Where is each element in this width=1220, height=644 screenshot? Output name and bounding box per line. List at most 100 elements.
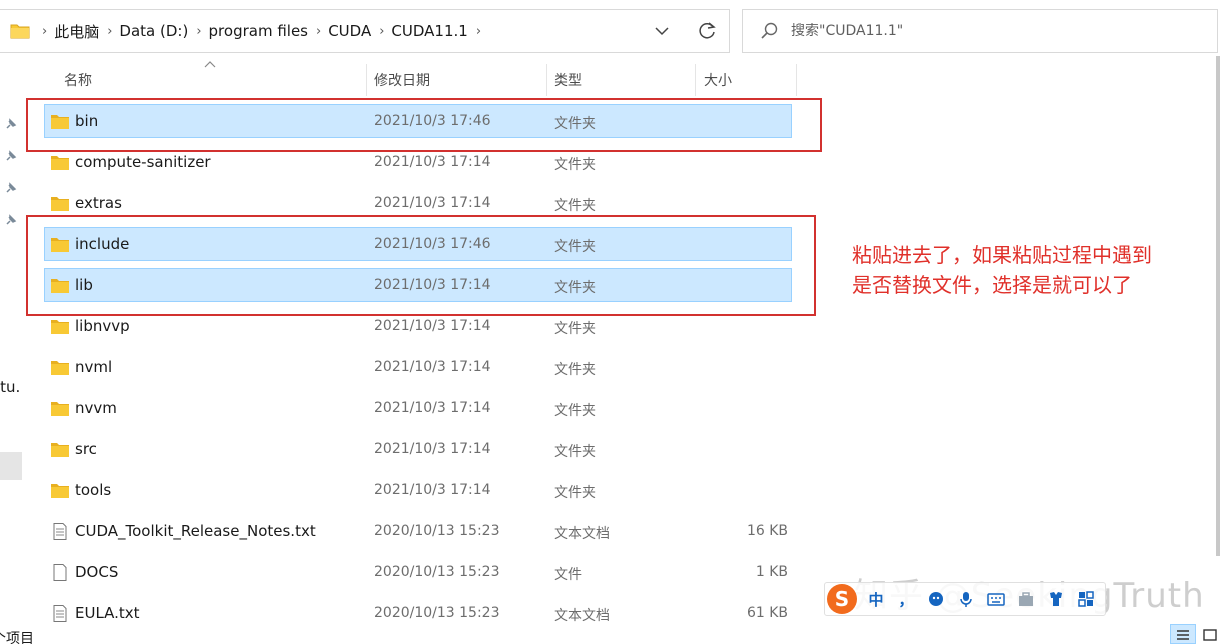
file-type: 文件 (554, 567, 582, 583)
large-icons-view-button[interactable] (1200, 624, 1220, 644)
file-name[interactable]: CUDA_Toolkit_Release_Notes.txt (75, 522, 316, 540)
file-modified: 2020/10/13 15:23 (374, 564, 500, 580)
folder-icon (10, 23, 30, 39)
pin-icon[interactable] (4, 148, 18, 162)
ime-mode-toggle[interactable]: 中 (865, 588, 887, 610)
details-view-button[interactable] (1170, 624, 1196, 644)
file-type: 文本文档 (554, 608, 610, 624)
folder-icon (50, 154, 70, 171)
file-name[interactable]: nvvm (75, 399, 117, 417)
microphone-icon[interactable] (955, 588, 977, 610)
annotation-box (26, 98, 822, 152)
breadcrumb-item[interactable]: CUDA11.1 (391, 22, 467, 40)
file-size: 16 KB (746, 523, 788, 539)
breadcrumb-separator-icon[interactable]: › (107, 24, 112, 39)
file-name[interactable]: EULA.txt (75, 604, 140, 622)
emoji-icon[interactable] (925, 588, 947, 610)
file-type: 文件夹 (554, 157, 596, 173)
folder-icon (50, 359, 70, 376)
column-header-modified[interactable]: 修改日期 (368, 64, 546, 96)
file-type: 文本文档 (554, 526, 610, 542)
chevron-down-icon[interactable] (652, 21, 672, 41)
keyboard-icon[interactable] (985, 588, 1007, 610)
navigation-pane: jtu. (0, 56, 24, 644)
breadcrumb-item[interactable]: program files (209, 22, 308, 40)
folder-icon (50, 482, 70, 499)
file-name[interactable]: extras (75, 194, 122, 212)
file-row[interactable]: src 2021/10/3 17:14 文件夹 (44, 429, 792, 470)
ime-toolbar[interactable]: S 中 ， (824, 582, 1106, 616)
breadcrumb-separator-icon[interactable]: › (316, 24, 321, 39)
text-file-icon (50, 605, 70, 622)
file-name[interactable]: DOCS (75, 563, 118, 581)
file-list: bin 2021/10/3 17:46 文件夹 compute-sanitizer 20… (44, 101, 792, 634)
column-divider[interactable] (695, 64, 696, 96)
folder-icon (50, 195, 70, 212)
breadcrumb-separator-icon[interactable]: › (379, 24, 384, 39)
file-size: 1 KB (755, 564, 788, 580)
breadcrumb-item[interactable]: Data (D:) (119, 22, 188, 40)
search-box[interactable] (742, 9, 1218, 53)
annotation-line: 粘贴进去了，如果粘贴过程中遇到 (852, 243, 1152, 267)
skin-icon[interactable] (1045, 588, 1067, 610)
file-name[interactable]: libnvvp (75, 317, 130, 335)
search-icon (759, 21, 779, 41)
column-header-size[interactable]: 大小 (698, 64, 794, 96)
folder-icon (50, 400, 70, 417)
toolbox-icon[interactable] (1015, 588, 1037, 610)
file-modified: 2021/10/3 17:14 (374, 441, 491, 457)
refresh-icon[interactable] (696, 20, 718, 42)
file-row[interactable]: DOCS 2020/10/13 15:23 文件 1 KB (44, 552, 792, 593)
folder-icon (50, 318, 70, 335)
breadcrumb: › 此电脑 › Data (D:) › program files › CUDA › CUDA11… (34, 21, 488, 42)
breadcrumb-item[interactable]: CUDA (328, 22, 371, 40)
status-bar-text: 个项目 (0, 631, 34, 644)
breadcrumb-separator-icon[interactable]: › (42, 24, 47, 39)
file-row[interactable]: EULA.txt 2020/10/13 15:23 文本文档 61 KB (44, 593, 792, 634)
sogou-logo-icon[interactable]: S (827, 584, 857, 614)
pin-icon[interactable] (4, 212, 18, 226)
file-modified: 2021/10/3 17:14 (374, 318, 491, 334)
file-name[interactable]: nvml (75, 358, 112, 376)
column-header-type[interactable]: 类型 (548, 64, 694, 96)
search-input[interactable] (791, 23, 1171, 39)
pin-icon[interactable] (4, 116, 18, 130)
breadcrumb-separator-icon[interactable]: › (476, 24, 481, 39)
file-modified: 2021/10/3 17:14 (374, 195, 491, 211)
column-divider[interactable] (796, 64, 797, 96)
annotation-box (26, 215, 816, 316)
nav-item-selected[interactable] (0, 452, 22, 480)
file-type: 文件夹 (554, 362, 596, 378)
pin-icon[interactable] (4, 180, 18, 194)
file-row[interactable]: tools 2021/10/3 17:14 文件夹 (44, 470, 792, 511)
file-row[interactable]: CUDA_Toolkit_Release_Notes.txt 2020/10/13… (44, 511, 792, 552)
file-modified: 2020/10/13 15:23 (374, 523, 500, 539)
file-row[interactable]: nvvm 2021/10/3 17:14 文件夹 (44, 388, 792, 429)
breadcrumb-item[interactable]: 此电脑 (54, 21, 99, 42)
nav-item-label[interactable]: jtu. (0, 378, 20, 396)
file-name[interactable]: src (75, 440, 97, 458)
file-type: 文件夹 (554, 321, 596, 337)
folder-icon (50, 441, 70, 458)
ime-punctuation-toggle[interactable]: ， (895, 588, 917, 610)
vertical-scrollbar[interactable] (1216, 56, 1220, 556)
file-modified: 2021/10/3 17:14 (374, 359, 491, 375)
column-divider[interactable] (366, 64, 367, 96)
file-type: 文件夹 (554, 444, 596, 460)
annotation-note: 粘贴进去了，如果粘贴过程中遇到 是否替换文件，选择是就可以了 (852, 240, 1192, 300)
file-modified: 2021/10/3 17:14 (374, 154, 491, 170)
breadcrumb-separator-icon[interactable]: › (196, 24, 201, 39)
file-type: 文件夹 (554, 198, 596, 214)
grid-menu-icon[interactable] (1075, 588, 1097, 610)
file-type: 文件夹 (554, 403, 596, 419)
column-divider[interactable] (546, 64, 547, 96)
file-name[interactable]: compute-sanitizer (75, 153, 211, 171)
column-header-name[interactable]: 名称 (58, 64, 366, 96)
file-row[interactable]: nvml 2021/10/3 17:14 文件夹 (44, 347, 792, 388)
address-bar[interactable]: › 此电脑 › Data (D:) › program files › CUDA › CUDA11… (0, 9, 730, 53)
text-file-icon (50, 523, 70, 540)
file-modified: 2021/10/3 17:14 (374, 400, 491, 416)
file-name[interactable]: tools (75, 481, 111, 499)
file-type: 文件夹 (554, 485, 596, 501)
file-modified: 2020/10/13 15:23 (374, 605, 500, 621)
